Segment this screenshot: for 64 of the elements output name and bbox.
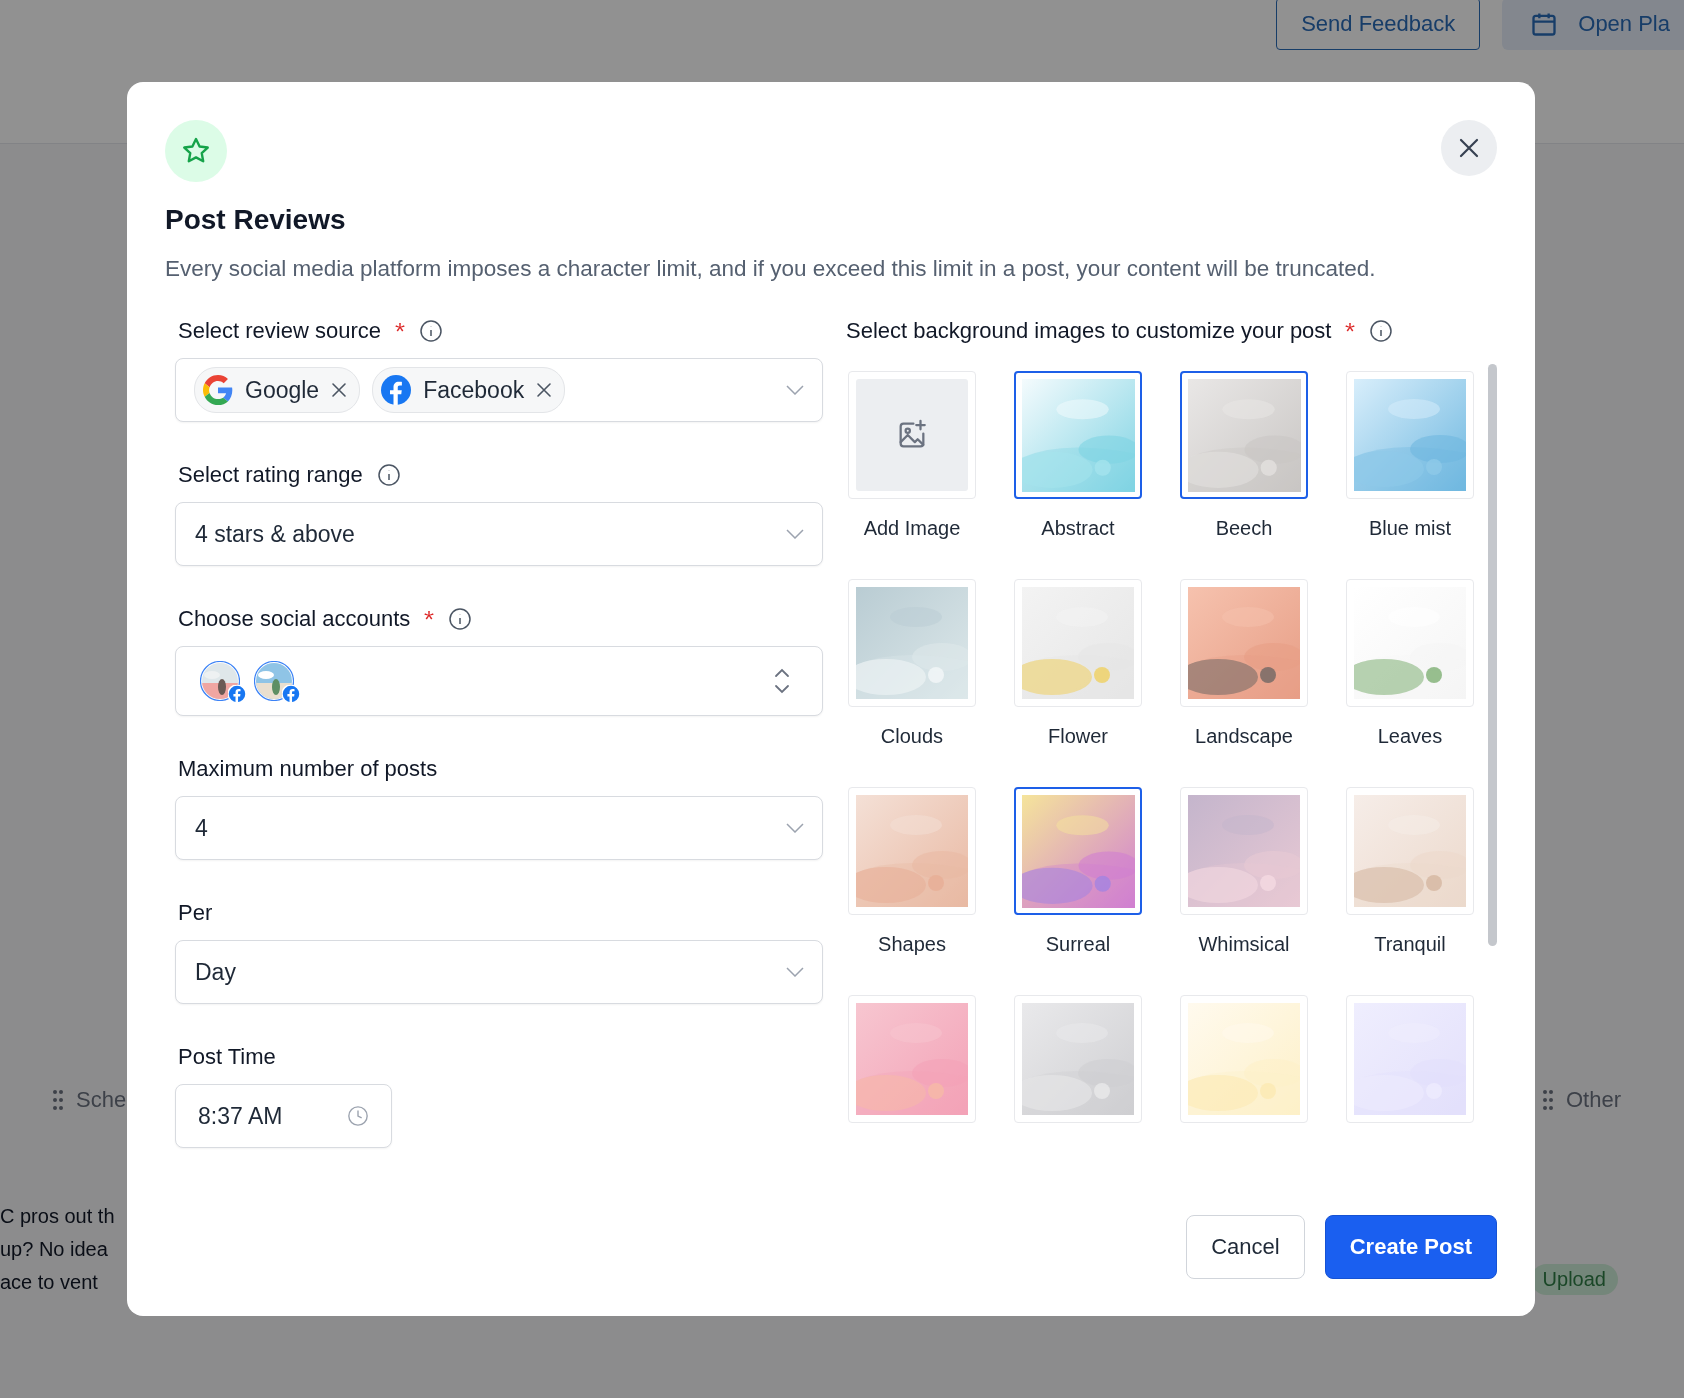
post-text: up? No idea [0, 1238, 109, 1261]
post-text: ace to vent [0, 1271, 99, 1294]
info-icon[interactable] [1369, 319, 1394, 343]
image-label: Abstract [1041, 517, 1115, 541]
remove-icon[interactable] [536, 382, 553, 398]
image-label: Add Image [863, 517, 961, 541]
image-label: Flower [1048, 725, 1108, 749]
column-title: Sche [76, 1087, 127, 1113]
drag-handle-icon [52, 1088, 64, 1112]
chevron-down-icon [786, 529, 804, 539]
remove-icon[interactable] [331, 382, 348, 398]
cancel-button[interactable]: Cancel [1186, 1215, 1305, 1279]
image-label: Tranquil [1374, 933, 1446, 957]
info-icon[interactable] [448, 607, 473, 631]
field-label: Choose social accounts [178, 606, 411, 632]
image-label: Beech [1215, 517, 1273, 541]
image-label: Clouds [880, 725, 944, 749]
time-field[interactable]: 8:37 AM [175, 1084, 392, 1148]
source-select[interactable]: Google Facebook [175, 358, 823, 422]
dialog-title: Post Reviews [165, 204, 347, 236]
field-label: Select review source [178, 318, 381, 344]
create-button[interactable]: Create Post [1324, 1215, 1497, 1279]
image-label: Whimsical [1198, 933, 1290, 957]
sort-icon [774, 668, 790, 694]
image-option[interactable] [1180, 371, 1308, 499]
select-field[interactable]: 4 [175, 796, 823, 860]
info-icon[interactable] [376, 463, 401, 487]
image-label: Blue mist [1368, 517, 1452, 541]
field-label: Maximum number of posts [178, 756, 438, 782]
field-label: Post Time [178, 1044, 276, 1070]
close-icon [1458, 137, 1480, 159]
image-label: Shapes [878, 933, 946, 957]
image-label: Surreal [1045, 933, 1111, 957]
required-asterisk-icon [395, 323, 405, 333]
google-icon [203, 375, 233, 405]
field-label: Select background images to customize your post [846, 318, 1332, 344]
facebook-icon [228, 685, 246, 703]
dialog-description: Every social media platform imposes a character limit, and if you exceed this limit in a post, your content will be truncated. [165, 256, 1377, 282]
source-tag: Facebook [372, 367, 566, 413]
clock-icon [347, 1105, 369, 1127]
image-option[interactable] [1014, 371, 1142, 499]
scrollbar[interactable] [1488, 364, 1497, 946]
accounts-select[interactable] [175, 646, 823, 716]
close-button[interactable] [1441, 120, 1497, 176]
field-label: Select rating range [178, 462, 363, 488]
select-field[interactable]: 4 stars & above [175, 502, 823, 566]
source-tag: Google [194, 367, 361, 413]
column-title: Other [1565, 1087, 1621, 1113]
field-label: Per [178, 900, 213, 926]
chevron-down-icon [786, 823, 804, 833]
image-label: Landscape [1195, 725, 1293, 749]
image-option[interactable] [1014, 787, 1142, 915]
required-asterisk-icon [1345, 323, 1356, 333]
chevron-down-icon [786, 385, 804, 395]
facebook-icon [282, 685, 300, 703]
image-label: Leaves [1377, 725, 1443, 749]
chevron-down-icon [786, 967, 804, 977]
facebook-icon [381, 375, 412, 405]
drag-handle-icon [1541, 1088, 1554, 1112]
post-text: C pros out th [0, 1205, 116, 1228]
required-asterisk-icon [424, 611, 435, 621]
feedback-button[interactable]: Send Feedback [1276, 0, 1481, 50]
info-icon[interactable] [419, 319, 443, 343]
select-field[interactable]: Day [175, 940, 823, 1004]
